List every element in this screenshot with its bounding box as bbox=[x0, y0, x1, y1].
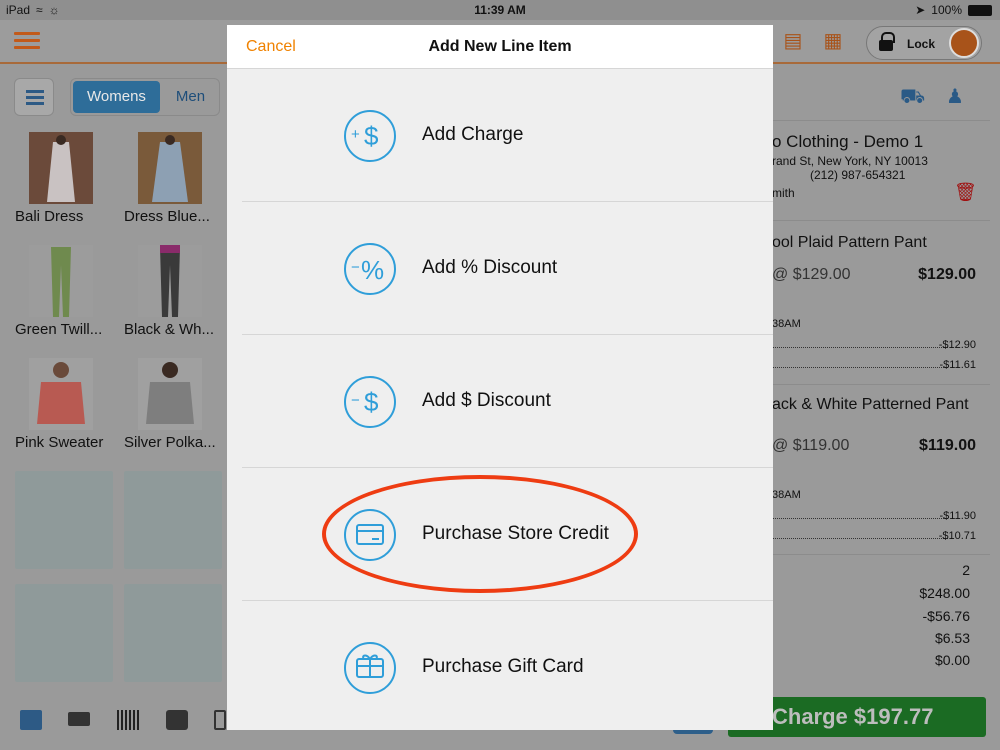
store-credit-card-icon bbox=[344, 509, 396, 561]
product-image bbox=[138, 245, 202, 317]
cart-panel: o Clothing - Demo 1 rand St, New York, N… bbox=[772, 64, 1000, 700]
battery-percent: 100% bbox=[931, 3, 962, 17]
cart-item-total: $129.00 bbox=[918, 266, 976, 283]
modal-header: Cancel Add New Line Item bbox=[227, 25, 773, 69]
option-purchase-store-credit[interactable]: Purchase Store Credit bbox=[242, 468, 773, 601]
empty-product-slot[interactable] bbox=[124, 584, 222, 682]
trash-icon[interactable]: 🗑 bbox=[954, 182, 977, 203]
lock-label: Lock bbox=[907, 37, 936, 51]
cart-item-unit-price: @ $119.00 bbox=[772, 437, 850, 454]
cart-item-discount: -$12.90 bbox=[938, 339, 976, 351]
copy-icon[interactable] bbox=[214, 710, 226, 730]
barcode-icon[interactable] bbox=[117, 710, 139, 730]
product-name: Pink Sweater bbox=[15, 434, 104, 451]
cart-item-name[interactable]: ack & White Patterned Pant bbox=[772, 396, 969, 414]
battery-icon bbox=[968, 4, 992, 16]
percent-discount-icon: − % bbox=[344, 243, 396, 295]
option-add-dollar-discount[interactable]: − $ Add $ Discount bbox=[242, 335, 773, 468]
product-tile[interactable]: Pink Sweater bbox=[15, 356, 113, 456]
option-add-percent-discount[interactable]: − % Add % Discount bbox=[242, 202, 773, 335]
option-label: Add Charge bbox=[422, 124, 524, 145]
location-icon: ➤ bbox=[915, 3, 926, 17]
cart-item-discount: -$11.61 bbox=[939, 359, 977, 371]
status-time: 11:39 AM bbox=[474, 3, 526, 17]
option-label: Purchase Store Credit bbox=[422, 523, 609, 544]
cart-item-discount: -$10.71 bbox=[938, 530, 976, 542]
option-label: Purchase Gift Card bbox=[422, 656, 584, 677]
cart-item-unit-price: @ $129.00 bbox=[772, 266, 851, 283]
empty-product-slot[interactable] bbox=[124, 471, 222, 569]
store-name: o Clothing - Demo 1 bbox=[772, 132, 924, 151]
user-avatar[interactable] bbox=[949, 28, 979, 58]
store-icon[interactable]: ▦ bbox=[822, 30, 844, 52]
product-name: Green Twill... bbox=[15, 321, 103, 338]
cart-item-name[interactable]: ool Plaid Pattern Pant bbox=[772, 234, 927, 252]
card-icon[interactable] bbox=[68, 712, 90, 726]
option-purchase-gift-card[interactable]: Purchase Gift Card bbox=[242, 601, 773, 734]
cart-item-discount: -$11.90 bbox=[939, 510, 977, 522]
product-name: Dress Blue... bbox=[124, 208, 210, 225]
product-name: Silver Polka... bbox=[124, 434, 216, 451]
category-tabs: Womens Men bbox=[70, 78, 221, 116]
lock-icon bbox=[879, 32, 895, 51]
cart-item-total: $119.00 bbox=[919, 437, 976, 454]
summary-tax: $6.53 bbox=[934, 630, 970, 646]
lock-button[interactable]: Lock bbox=[866, 26, 982, 60]
add-line-item-modal: Cancel Add New Line Item + $ Add Charge … bbox=[227, 25, 773, 730]
scale-icon[interactable] bbox=[166, 710, 188, 730]
hamburger-menu-icon[interactable] bbox=[14, 28, 40, 54]
store-phone: (212) 987-654321 bbox=[810, 168, 906, 182]
option-add-charge[interactable]: + $ Add Charge bbox=[242, 69, 773, 202]
product-tile[interactable]: Dress Blue... bbox=[124, 130, 222, 230]
empty-product-slot[interactable] bbox=[15, 584, 113, 682]
receipt-icon[interactable]: ▤ bbox=[782, 30, 804, 52]
cart-item-time: 38AM bbox=[772, 318, 801, 330]
status-bar: iPad ≈ ☼ 11:39 AM ➤ 100% bbox=[0, 0, 1000, 20]
customer-name: mith bbox=[772, 186, 795, 200]
store-address: rand St, New York, NY 10013 bbox=[772, 154, 928, 168]
tab-womens[interactable]: Womens bbox=[73, 81, 160, 113]
product-tile[interactable]: Green Twill... bbox=[15, 243, 113, 343]
summary-subtotal: $248.00 bbox=[919, 585, 970, 601]
gift-card-icon bbox=[344, 642, 396, 694]
product-image bbox=[138, 132, 202, 204]
summary-extra: $0.00 bbox=[934, 652, 970, 668]
option-label: Add % Discount bbox=[422, 257, 558, 278]
list-view-button[interactable] bbox=[14, 78, 54, 116]
product-name: Black & Wh... bbox=[124, 321, 215, 338]
product-tile[interactable]: Bali Dress bbox=[15, 130, 113, 230]
dollar-discount-icon: − $ bbox=[344, 376, 396, 428]
product-image bbox=[29, 245, 93, 317]
add-charge-icon: + $ bbox=[344, 110, 396, 162]
summary-discount: -$56.76 bbox=[922, 608, 970, 624]
modal-title: Add New Line Item bbox=[428, 38, 572, 55]
summary-item-count: 2 bbox=[962, 562, 970, 578]
product-tile[interactable]: Black & Wh... bbox=[124, 243, 222, 343]
cart-item-time: 38AM bbox=[772, 489, 801, 501]
product-image bbox=[29, 358, 93, 430]
register-icon[interactable] bbox=[20, 710, 42, 730]
product-image bbox=[138, 358, 202, 430]
option-label: Add $ Discount bbox=[422, 390, 551, 411]
tab-men[interactable]: Men bbox=[162, 79, 219, 115]
product-tile[interactable]: Silver Polka... bbox=[124, 356, 222, 456]
empty-product-slot[interactable] bbox=[15, 471, 113, 569]
product-name: Bali Dress bbox=[15, 208, 84, 225]
product-image bbox=[29, 132, 93, 204]
